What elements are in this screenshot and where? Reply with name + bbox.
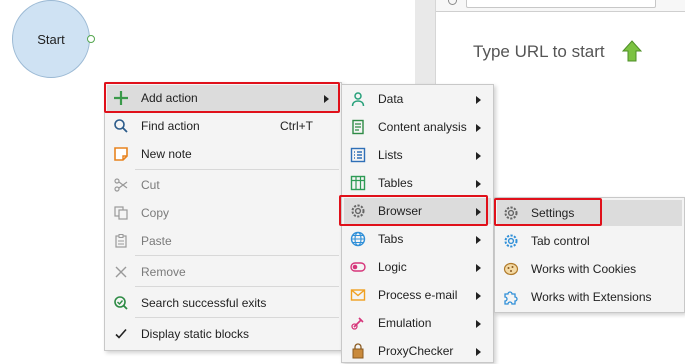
submenu-arrow-icon <box>476 152 481 160</box>
submenu-item-works-with-extensions[interactable]: Works with Extensions <box>497 284 682 310</box>
menu-item-search-successful-exits[interactable]: Search successful exits <box>107 290 339 316</box>
submenu-item-tab-control[interactable]: Tab control <box>497 228 682 254</box>
menu-item-label: New note <box>141 147 192 161</box>
context-menu: Add action Find action Ctrl+T New note C… <box>104 82 342 351</box>
up-arrow-icon <box>622 40 642 62</box>
menu-separator <box>135 286 339 287</box>
document-icon <box>352 119 364 135</box>
cookie-icon <box>503 262 519 276</box>
type-url-hint: Type URL to start <box>473 42 605 61</box>
menu-item-label: Paste <box>141 234 172 248</box>
menu-item-label: Find action <box>141 119 200 133</box>
menu-item-paste[interactable]: Paste <box>107 228 339 254</box>
submenu-item-logic[interactable]: Logic <box>344 254 491 280</box>
menu-separator <box>135 169 339 170</box>
search-check-icon <box>114 296 128 310</box>
menu-item-new-note[interactable]: New note <box>107 141 339 167</box>
submenu-item-label: Tab control <box>531 234 590 248</box>
start-output-port[interactable] <box>87 35 95 43</box>
list-icon <box>350 147 366 163</box>
menu-item-label: Remove <box>141 265 186 279</box>
submenu-arrow-icon <box>476 292 481 300</box>
submenu-item-label: Works with Cookies <box>531 262 637 276</box>
url-input[interactable] <box>466 0 656 8</box>
person-icon <box>351 92 365 107</box>
submenu-item-label: Works with Extensions <box>531 290 652 304</box>
refresh-icon[interactable] <box>448 0 457 5</box>
paste-icon <box>115 234 127 248</box>
proxy-icon <box>352 343 364 359</box>
close-icon <box>115 266 127 278</box>
add-action-submenu: Data Content analysis Lists Tables Brows… <box>339 84 494 364</box>
table-icon <box>350 175 366 191</box>
scissors-icon <box>114 178 128 192</box>
submenu-arrow-icon <box>476 320 481 328</box>
submenu-item-label: Tabs <box>378 232 404 246</box>
submenu-item-tables[interactable]: Tables <box>344 170 491 196</box>
menu-separator <box>135 317 339 318</box>
submenu-item-works-with-cookies[interactable]: Works with Cookies <box>497 256 682 282</box>
toggle-icon <box>350 262 366 272</box>
submenu-item-label: Emulation <box>378 316 432 330</box>
menu-item-remove[interactable]: Remove <box>107 259 339 285</box>
start-node-label: Start <box>37 31 65 47</box>
note-icon <box>114 147 128 161</box>
menu-item-display-static-blocks[interactable]: Display static blocks <box>107 321 339 347</box>
submenu-arrow-icon <box>476 96 481 104</box>
envelope-icon <box>350 289 366 301</box>
submenu-item-data[interactable]: Data <box>344 86 491 112</box>
submenu-arrow-icon <box>476 180 481 188</box>
submenu-item-label: Content analysis <box>378 120 467 134</box>
emulation-icon <box>351 317 364 330</box>
submenu-arrow-icon <box>476 264 481 272</box>
submenu-arrow-icon <box>476 124 481 132</box>
highlight-box <box>339 195 488 226</box>
submenu-item-process-email[interactable]: Process e-mail <box>344 282 491 308</box>
url-bar[interactable] <box>436 0 685 12</box>
menu-separator <box>135 255 339 256</box>
submenu-item-label: Logic <box>378 260 407 274</box>
tab-gear-icon <box>504 234 518 248</box>
submenu-item-content-analysis[interactable]: Content analysis <box>344 114 491 140</box>
submenu-item-label: Data <box>378 92 404 106</box>
menu-item-label: Search successful exits <box>141 296 267 310</box>
submenu-item-proxychecker[interactable]: ProxyChecker <box>344 338 491 364</box>
submenu-arrow-icon <box>476 236 481 244</box>
submenu-item-emulation[interactable]: Emulation <box>344 310 491 336</box>
submenu-item-tabs[interactable]: Tabs <box>344 226 491 252</box>
copy-icon <box>114 206 128 220</box>
search-icon <box>114 119 128 133</box>
submenu-item-label: Lists <box>378 148 403 162</box>
menu-item-label: Cut <box>141 178 160 192</box>
submenu-item-label: Tables <box>378 176 413 190</box>
puzzle-icon <box>504 291 518 305</box>
highlight-box <box>104 82 340 113</box>
start-node[interactable]: Start <box>12 0 90 78</box>
menu-item-find-action[interactable]: Find action Ctrl+T <box>107 113 339 139</box>
submenu-arrow-icon <box>476 348 481 356</box>
menu-item-label: Display static blocks <box>141 327 250 341</box>
shortcut-text: Ctrl+T <box>280 119 313 133</box>
menu-item-label: Copy <box>141 206 170 220</box>
highlight-box <box>494 198 602 226</box>
menu-item-copy[interactable]: Copy <box>107 200 339 226</box>
submenu-item-label: Process e-mail <box>378 288 458 302</box>
submenu-item-lists[interactable]: Lists <box>344 142 491 168</box>
menu-item-cut[interactable]: Cut <box>107 172 339 198</box>
checkmark-icon <box>115 328 127 339</box>
browser-submenu: Settings Tab control Works with Cookies … <box>494 197 685 313</box>
submenu-item-label: ProxyChecker <box>378 344 454 358</box>
globe-icon <box>350 231 366 247</box>
